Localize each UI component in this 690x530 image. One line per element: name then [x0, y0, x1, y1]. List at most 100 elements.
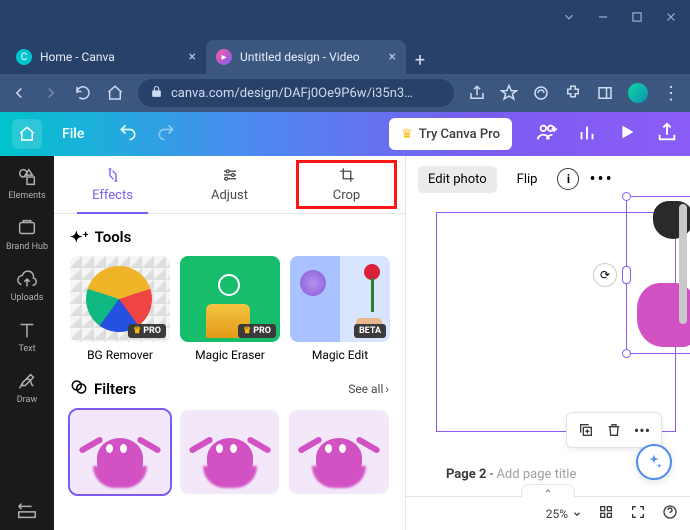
tab-effects[interactable]: Effects	[54, 156, 171, 213]
browser-toolbar: canva.com/design/DAFj0Oe9P6w/i35n3… ⋮	[0, 74, 690, 112]
tab-close-icon[interactable]: ×	[189, 49, 196, 65]
nav-back-icon[interactable]	[10, 84, 28, 102]
magic-fab-button[interactable]	[636, 444, 672, 480]
panel-tabs: Effects Adjust Crop	[54, 156, 405, 214]
nav-forward-icon[interactable]	[42, 84, 60, 102]
share-icon[interactable]	[468, 84, 486, 102]
browser-tabstrip: C Home - Canva × ▸ Untitled design - Vid…	[0, 36, 690, 74]
canvas-area: Edit photo Flip i ••• ⟳ ••• Page 2 - Add…	[406, 156, 690, 530]
canvas-scrollbar[interactable]	[678, 204, 688, 494]
edit-photo-button[interactable]: Edit photo	[418, 166, 497, 193]
redo-icon[interactable]	[156, 122, 176, 146]
sidebar-label: Draw	[17, 395, 37, 405]
window-notch-icon[interactable]	[562, 9, 576, 28]
window-minimize-icon[interactable]	[596, 9, 610, 28]
tool-magic-edit[interactable]: BETA Magic Edit	[290, 256, 390, 362]
window-maximize-icon[interactable]	[630, 9, 644, 28]
undo-icon[interactable]	[118, 122, 138, 146]
try-pro-label: Try Canva Pro	[419, 127, 500, 142]
bottom-bar: 25%	[406, 496, 690, 530]
sparkle-icon: ✦⁺	[70, 228, 89, 246]
tool-label: Magic Eraser	[180, 348, 280, 362]
info-icon[interactable]: i	[557, 168, 579, 190]
play-icon[interactable]	[616, 121, 638, 147]
sidebar-label: Uploads	[11, 293, 44, 303]
analytics-icon[interactable]	[576, 121, 598, 147]
tab-label: Untitled design - Video	[240, 50, 360, 64]
filter-thumb-1[interactable]	[70, 410, 170, 494]
edit-panel: Effects Adjust Crop ✦⁺ Tools ♛PRO	[54, 156, 406, 530]
panel-body: ✦⁺ Tools ♛PRO BG Remover ♛PRO Magic E	[54, 214, 405, 530]
sidebar-label: Brand Hub	[6, 242, 48, 252]
sidebar-item-draw[interactable]: Draw	[16, 370, 38, 405]
pro-badge: ♛PRO	[238, 324, 276, 338]
sidebar-item-brandhub[interactable]: Brand Hub	[6, 217, 48, 252]
tool-label: BG Remover	[70, 348, 170, 362]
side-rail: Elements Brand Hub Uploads Text Draw	[0, 156, 54, 530]
favicon-play-icon: ▸	[216, 49, 232, 65]
tab-label: Crop	[333, 188, 360, 203]
address-bar[interactable]: canva.com/design/DAFj0Oe9P6w/i35n3…	[138, 79, 454, 107]
reload-icon[interactable]	[74, 84, 92, 102]
delete-icon[interactable]	[601, 417, 627, 443]
tool-bg-remover[interactable]: ♛PRO BG Remover	[70, 256, 170, 362]
kebab-icon[interactable]: ⋮	[662, 84, 680, 102]
rotate-handle[interactable]: ⟳	[593, 263, 617, 287]
sidebar-label: Elements	[8, 191, 45, 201]
duplicate-icon[interactable]	[573, 417, 599, 443]
extension-swirl-icon[interactable]	[532, 84, 550, 102]
page-label[interactable]: Page 2 - Add page title	[446, 467, 576, 482]
tab-home-canva[interactable]: C Home - Canva ×	[6, 40, 206, 74]
sidebar-item-more[interactable]	[16, 500, 38, 522]
filter-thumb-3[interactable]	[289, 410, 389, 494]
beta-badge: BETA	[354, 324, 386, 338]
zoom-control[interactable]: 25%	[546, 507, 582, 521]
flip-button[interactable]: Flip	[507, 166, 548, 193]
collapse-timeline-icon[interactable]	[521, 484, 575, 497]
filters-heading: Filters See all ›	[70, 378, 389, 400]
filter-thumb-2[interactable]	[180, 410, 280, 494]
see-all-link[interactable]: See all ›	[348, 382, 389, 396]
tab-label: Adjust	[211, 188, 248, 203]
try-canva-pro-button[interactable]: ♛ Try Canva Pro	[389, 118, 512, 150]
share-upload-icon[interactable]	[656, 121, 678, 147]
fullscreen-icon[interactable]	[630, 504, 646, 523]
tab-label: Effects	[92, 188, 133, 203]
crown-icon: ♛	[401, 127, 413, 142]
file-menu[interactable]: File	[54, 120, 92, 148]
canva-home-button[interactable]	[12, 119, 42, 149]
app-topbar: File ♛ Try Canva Pro	[0, 112, 690, 156]
panel-icon[interactable]	[596, 84, 614, 102]
sidebar-item-uploads[interactable]: Uploads	[11, 268, 44, 303]
window-close-icon[interactable]	[664, 9, 678, 28]
tab-adjust[interactable]: Adjust	[171, 156, 288, 213]
help-icon[interactable]	[662, 504, 678, 523]
resize-handle[interactable]	[622, 349, 631, 358]
tab-close-icon[interactable]: ×	[389, 49, 396, 65]
resize-handle[interactable]	[622, 192, 631, 201]
favicon-canva-icon: C	[16, 49, 32, 65]
more-actions-icon[interactable]: •••	[629, 417, 655, 443]
sidebar-item-elements[interactable]: Elements	[8, 166, 45, 201]
resize-handle-mid[interactable]	[622, 266, 631, 284]
more-icon[interactable]: •••	[589, 169, 613, 190]
lock-icon	[150, 85, 163, 102]
filters-icon	[70, 378, 88, 400]
sidebar-item-text[interactable]: Text	[16, 319, 38, 354]
tools-heading: ✦⁺ Tools	[70, 228, 389, 246]
tab-crop[interactable]: Crop	[288, 156, 405, 213]
tool-magic-eraser[interactable]: ♛PRO Magic Eraser	[180, 256, 280, 362]
url-text: canva.com/design/DAFj0Oe9P6w/i35n3…	[171, 86, 413, 101]
new-tab-button[interactable]: +	[406, 46, 434, 74]
home-icon[interactable]	[106, 84, 124, 102]
bookmark-icon[interactable]	[500, 84, 518, 102]
profile-avatar[interactable]	[628, 83, 648, 103]
collaborators-icon[interactable]	[536, 121, 558, 147]
grid-view-icon[interactable]	[598, 504, 614, 523]
sidebar-label: Text	[18, 344, 35, 354]
extensions-icon[interactable]	[564, 84, 582, 102]
tab-untitled-design[interactable]: ▸ Untitled design - Video ×	[206, 40, 406, 74]
floating-actions: •••	[566, 412, 662, 448]
pro-badge: ♛PRO	[128, 324, 166, 338]
app-main: Elements Brand Hub Uploads Text Draw Eff…	[0, 156, 690, 530]
